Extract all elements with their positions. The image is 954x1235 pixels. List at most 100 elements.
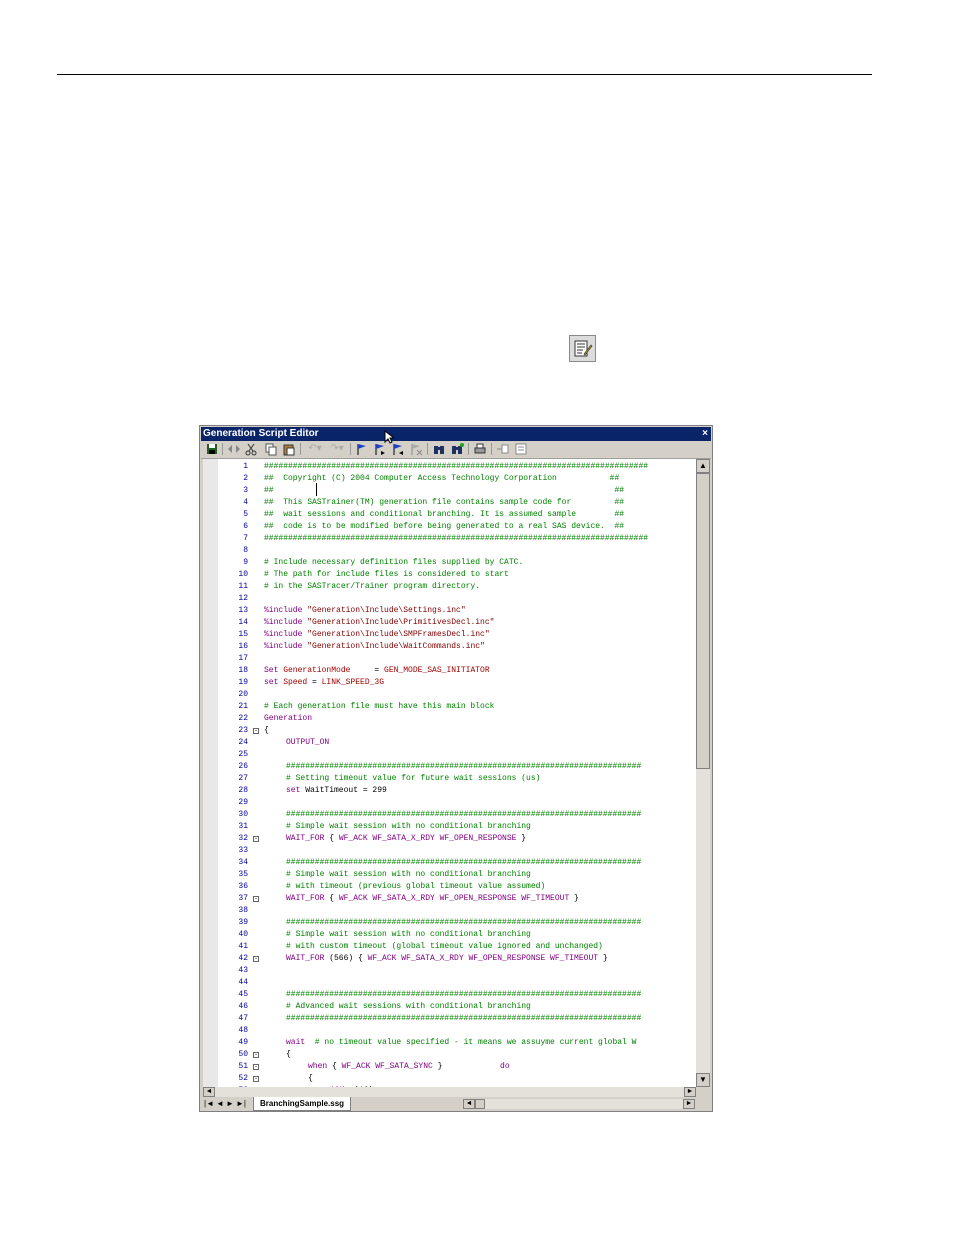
vertical-scroll-thumb[interactable]	[696, 473, 710, 769]
code-line[interactable]: 17	[203, 653, 696, 665]
code-line[interactable]: 28 set WaitTimeout = 299	[203, 785, 696, 797]
copy-icon[interactable]	[264, 442, 278, 456]
code-line[interactable]: 9 # Include necessary definition files su…	[203, 557, 696, 569]
fold-toggle-icon[interactable]: -	[253, 896, 259, 902]
code-line[interactable]: 3 ## ##	[203, 485, 696, 497]
line-number: 39	[238, 918, 248, 927]
tab-scroll-thumb[interactable]	[475, 1099, 485, 1109]
scroll-left-icon[interactable]: ◄	[203, 1087, 215, 1097]
code-line[interactable]: 31 # Simple wait session with no conditio…	[203, 821, 696, 833]
bookmark-prev-icon[interactable]	[391, 442, 405, 456]
undo-icon[interactable]: ↶▾	[305, 442, 325, 456]
code-line[interactable]: 34 ######################################…	[203, 857, 696, 869]
code-line[interactable]: 20	[203, 689, 696, 701]
line-number: 9	[243, 558, 248, 567]
code-line[interactable]: 51- when { WF_ACK WF_SATA_SYNC } do	[203, 1061, 696, 1073]
fold-toggle-icon[interactable]: -	[253, 956, 259, 962]
code-editor[interactable]: 1 #######################################…	[203, 459, 696, 1087]
code-token: ########################################…	[286, 762, 642, 771]
code-line[interactable]: 13 %include "Generation\Include\Settings.…	[203, 605, 696, 617]
tab-next-icon[interactable]: ►	[226, 1099, 234, 1108]
cut-icon[interactable]	[244, 442, 258, 456]
code-line[interactable]: 50- {	[203, 1049, 696, 1061]
code-line[interactable]: 44	[203, 977, 696, 989]
close-button[interactable]: ×	[702, 427, 708, 441]
code-line[interactable]: 26 ######################################…	[203, 761, 696, 773]
tab-last-icon[interactable]: ►|	[236, 1099, 246, 1108]
bookmark-toggle-icon[interactable]	[355, 442, 369, 456]
code-text: ## code is to be modified before being g…	[264, 521, 624, 533]
code-line[interactable]: 15 %include "Generation\Include\SMPFrames…	[203, 629, 696, 641]
code-line[interactable]: 46 # Advanced wait sessions with conditio…	[203, 1001, 696, 1013]
code-line[interactable]: 11 # in the SASTracer/Trainer program dir…	[203, 581, 696, 593]
code-line[interactable]: 47 ######################################…	[203, 1013, 696, 1025]
code-line[interactable]: 35 # Simple wait session with no conditio…	[203, 869, 696, 881]
tab-prev-icon[interactable]: ◄	[216, 1099, 224, 1108]
tab-scroll-left-icon[interactable]: ◄	[463, 1099, 475, 1109]
code-line[interactable]: 5 ## wait sessions and conditional branch…	[203, 509, 696, 521]
code-line[interactable]: 4 ## This SASTrainer(TM) generation file …	[203, 497, 696, 509]
code-line[interactable]: 30 ######################################…	[203, 809, 696, 821]
code-line[interactable]: 43	[203, 965, 696, 977]
code-line[interactable]: 25	[203, 749, 696, 761]
line-number: 12	[238, 594, 248, 603]
scroll-right-icon[interactable]: ►	[684, 1087, 696, 1097]
scroll-down-icon[interactable]: ▼	[696, 1073, 710, 1087]
code-line[interactable]: 16 %include "Generation\Include\WaitComma…	[203, 641, 696, 653]
code-line[interactable]: 33	[203, 845, 696, 857]
paste-icon[interactable]	[282, 442, 296, 456]
code-line[interactable]: 24 OUTPUT_ON	[203, 737, 696, 749]
code-line[interactable]: 37- WAIT_FOR { WF_ACK WF_SATA_X_RDY WF_OP…	[203, 893, 696, 905]
code-line[interactable]: 52- {	[203, 1073, 696, 1085]
tab-scroll-right-icon[interactable]: ►	[683, 1099, 695, 1109]
find-icon[interactable]	[432, 442, 446, 456]
find-next-icon[interactable]	[450, 442, 464, 456]
scroll-up-icon[interactable]: ▲	[696, 459, 710, 473]
fold-toggle-icon[interactable]: -	[253, 1052, 259, 1058]
code-line[interactable]: 40 # Simple wait session with no conditio…	[203, 929, 696, 941]
tab-first-icon[interactable]: |◄	[204, 1099, 214, 1108]
code-line[interactable]: 23-{	[203, 725, 696, 737]
code-line[interactable]: 39 ######################################…	[203, 917, 696, 929]
fold-toggle-icon[interactable]: -	[253, 836, 259, 842]
code-line[interactable]: 38	[203, 905, 696, 917]
code-line[interactable]: 1 #######################################…	[203, 461, 696, 473]
code-line[interactable]: 27 # Setting timeout value for future wai…	[203, 773, 696, 785]
code-line[interactable]: 45 ######################################…	[203, 989, 696, 1001]
code-line[interactable]: 48	[203, 1025, 696, 1037]
horizontal-scrollbar[interactable]: ◄ ►	[203, 1087, 696, 1097]
compile-icon[interactable]	[226, 442, 242, 456]
insert-icon[interactable]	[496, 442, 510, 456]
code-token: }	[432, 1062, 501, 1071]
redo-icon[interactable]: ↷▾	[327, 442, 347, 456]
bookmark-next-icon[interactable]	[373, 442, 387, 456]
code-line[interactable]: 8	[203, 545, 696, 557]
code-line[interactable]: 29	[203, 797, 696, 809]
code-line[interactable]: 36 # with timeout (previous global timeou…	[203, 881, 696, 893]
print-icon[interactable]	[473, 442, 487, 456]
code-line[interactable]: 18 Set GenerationMode = GEN_MODE_SAS_INIT…	[203, 665, 696, 677]
code-line[interactable]: 14 %include "Generation\Include\Primitive…	[203, 617, 696, 629]
code-line[interactable]: 49 wait # no timeout value specified - it…	[203, 1037, 696, 1049]
code-line[interactable]: 19 set Speed = LINK_SPEED_3G	[203, 677, 696, 689]
code-line[interactable]: 42- WAIT_FOR (566) { WF_ACK WF_SATA_X_RDY…	[203, 953, 696, 965]
code-line[interactable]: 21 # Each generation file must have this …	[203, 701, 696, 713]
bookmark-clear-icon[interactable]	[409, 442, 423, 456]
vertical-scrollbar[interactable]: ▲ ▼	[696, 459, 710, 1087]
fold-toggle-icon[interactable]: -	[253, 1064, 259, 1070]
save-icon[interactable]	[205, 442, 219, 456]
line-number: 5	[243, 510, 248, 519]
fold-toggle-icon[interactable]: -	[253, 1076, 259, 1082]
code-line[interactable]: 7 #######################################…	[203, 533, 696, 545]
code-line[interactable]: 2 ## Copyright (C) 2004 Computer Access T…	[203, 473, 696, 485]
code-line[interactable]: 22 Generation	[203, 713, 696, 725]
fold-toggle-icon[interactable]: -	[253, 728, 259, 734]
tab-branchingsample[interactable]: BranchingSample.ssg	[253, 1097, 352, 1111]
code-line[interactable]: 6 ## code is to be modified before being …	[203, 521, 696, 533]
code-line[interactable]: 12	[203, 593, 696, 605]
code-line[interactable]: 32- WAIT_FOR { WF_ACK WF_SATA_X_RDY WF_OP…	[203, 833, 696, 845]
code-line[interactable]: 41 # with custom timeout (global timeout …	[203, 941, 696, 953]
code-line[interactable]: 10 # The path for include files is consid…	[203, 569, 696, 581]
include-icon[interactable]	[514, 442, 530, 456]
tab-horizontal-scrollbar[interactable]: ◄ ►	[463, 1099, 695, 1109]
